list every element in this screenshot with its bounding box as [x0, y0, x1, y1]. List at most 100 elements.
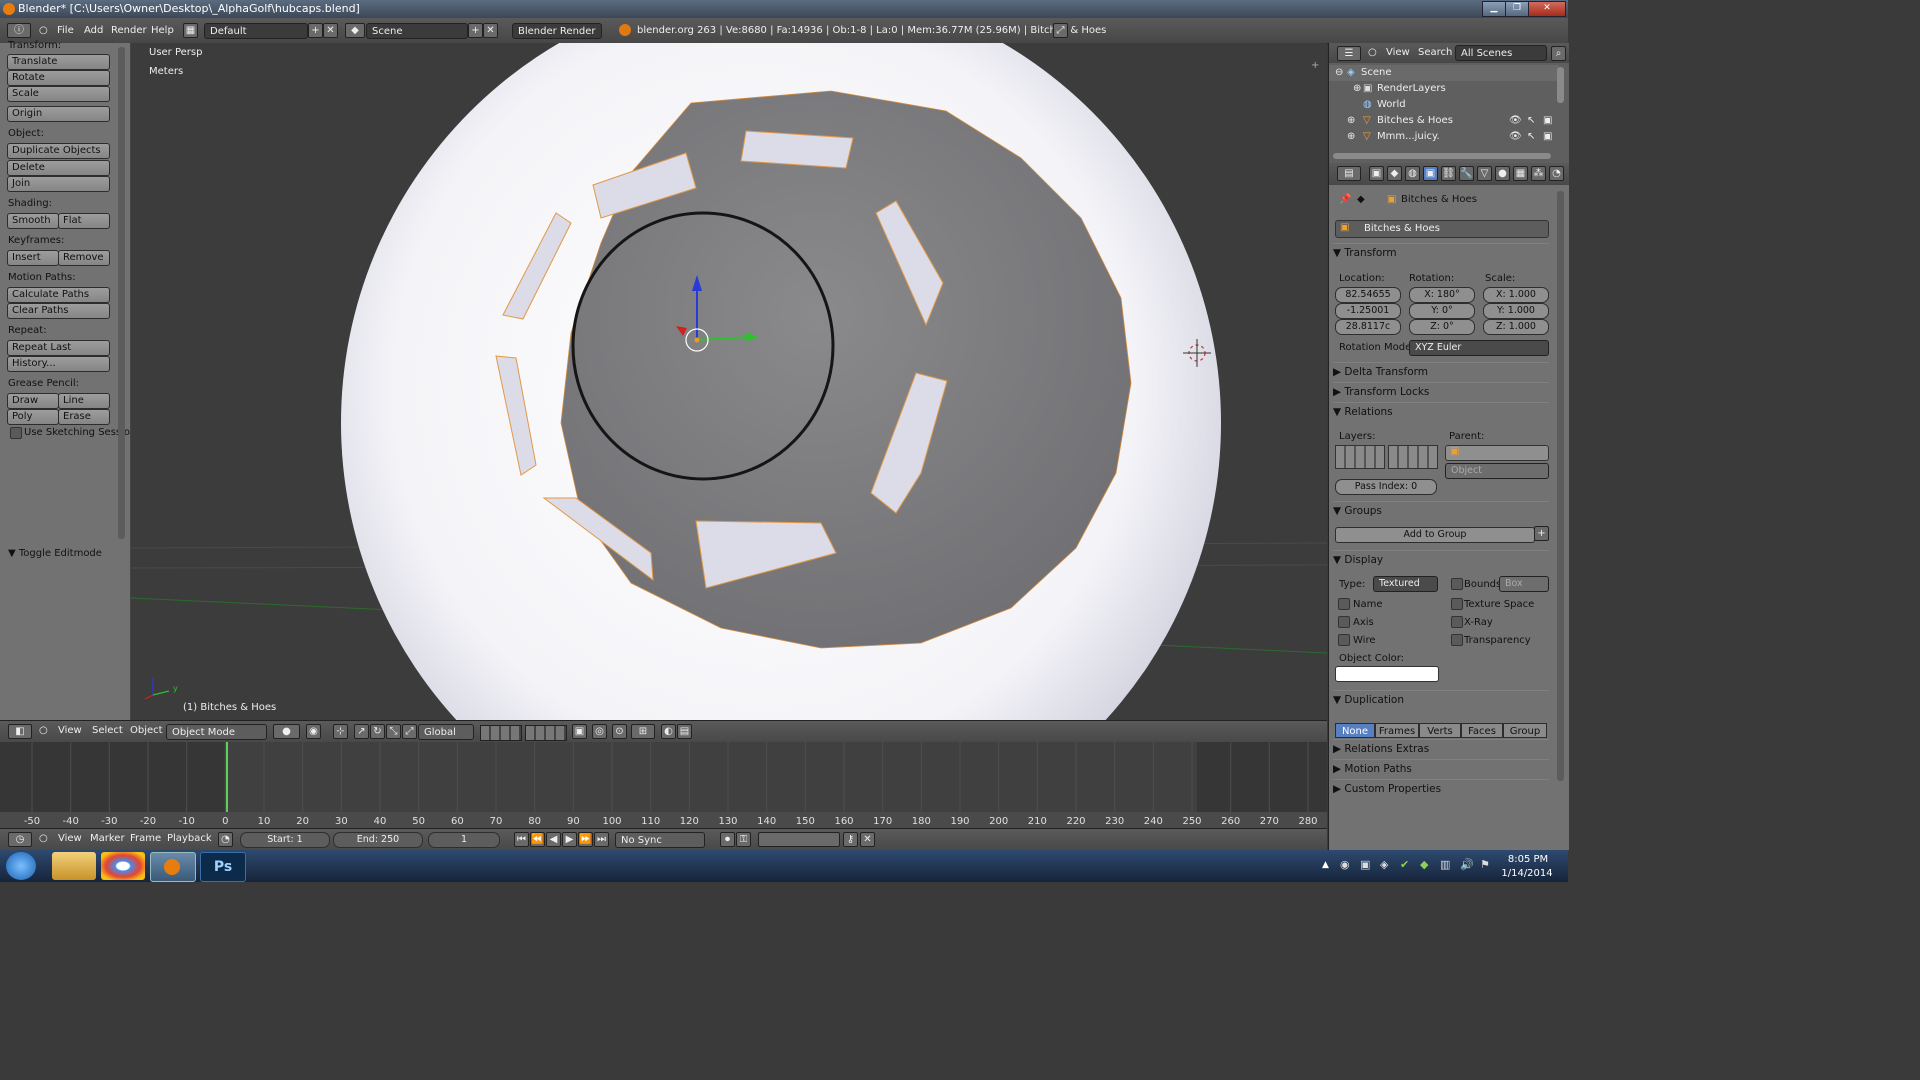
object-tab-icon[interactable]: ▣	[1423, 166, 1438, 181]
snap-toggle-icon[interactable]: ⊙	[612, 724, 627, 739]
smooth-button[interactable]: Smooth	[7, 213, 59, 229]
modifiers-tab-icon[interactable]: 🔧	[1459, 166, 1474, 181]
scale-x-field[interactable]: X: 1.000	[1483, 287, 1549, 303]
collapse-menu-icon[interactable]: ○	[39, 25, 48, 36]
duplicate-objects-button[interactable]: Duplicate Objects	[7, 143, 110, 159]
outliner-row-renderlayers[interactable]: ⊕ ▣ RenderLayers	[1329, 81, 1559, 97]
play-icon[interactable]: ▶	[562, 832, 577, 847]
object-name-field[interactable]: ▣ Bitches & Hoes	[1335, 220, 1549, 238]
layer-buttons-a[interactable]	[480, 725, 522, 741]
rotation-z-field[interactable]: Z: 0°	[1409, 319, 1475, 335]
tray-app-icon[interactable]: ◉	[1340, 858, 1350, 871]
translate-button[interactable]: Translate	[7, 54, 110, 70]
record-icon[interactable]: ⏺	[720, 832, 735, 847]
delete-keyframe-icon[interactable]: ✕	[860, 832, 875, 847]
scale-manipulator-icon[interactable]: ⤡	[386, 724, 401, 739]
end-frame-field[interactable]: End: 250	[333, 832, 423, 848]
menu-frame[interactable]: Frame	[130, 833, 161, 844]
blender-taskbar-icon[interactable]	[150, 852, 196, 882]
editor-type-icon[interactable]: ▤	[1337, 166, 1361, 181]
render-tab-icon[interactable]: ▣	[1369, 166, 1384, 181]
name-checkbox[interactable]	[1338, 598, 1350, 610]
viewport-shading-icon[interactable]: ●	[273, 724, 300, 739]
expand-icon[interactable]: ⊕	[1353, 81, 1361, 97]
opengl-animation-icon[interactable]: ▤	[677, 724, 692, 739]
dup-tab-frames[interactable]: Frames	[1375, 723, 1419, 738]
start-button-icon[interactable]	[6, 852, 36, 880]
expand-icon[interactable]: ⊕	[1347, 113, 1355, 129]
outliner-row-object[interactable]: ⊕ ▽ Mmm...juicy. 👁 ↖ ▣	[1329, 129, 1559, 145]
menu-playback[interactable]: Playback	[167, 833, 212, 844]
clock-date[interactable]: 1/14/2014	[1497, 868, 1557, 879]
transform-locks-panel-header[interactable]: ▶ Transform Locks	[1333, 382, 1549, 401]
start-frame-field[interactable]: Start: 1	[240, 832, 330, 848]
scale-button[interactable]: Scale	[7, 86, 110, 102]
bounds-checkbox[interactable]	[1451, 578, 1463, 590]
collapse-menu-icon[interactable]: ○	[39, 725, 48, 736]
scale-z-field[interactable]: Z: 1.000	[1483, 319, 1549, 335]
editor-type-icon[interactable]: ◷	[8, 832, 32, 847]
calculate-paths-button[interactable]: Calculate Paths	[7, 287, 110, 303]
jump-keyframe-back-icon[interactable]: ⏪	[530, 832, 545, 847]
render-camera-icon[interactable]: ▣	[1543, 113, 1552, 129]
properties-scrollbar[interactable]	[1557, 191, 1564, 781]
layer-grid-a[interactable]	[1335, 445, 1385, 469]
tray-app-icon[interactable]: ▣	[1360, 858, 1370, 871]
screen-layout-field[interactable]: Default	[204, 23, 308, 39]
collapse-menu-icon[interactable]: ○	[1368, 47, 1377, 58]
sync-mode-dropdown[interactable]: No Sync	[615, 832, 705, 848]
data-tab-icon[interactable]: ▽	[1477, 166, 1492, 181]
dup-tab-none[interactable]: None	[1335, 723, 1375, 738]
network-icon[interactable]: ▥	[1440, 858, 1450, 871]
clock-time[interactable]: 8:05 PM	[1503, 854, 1553, 865]
erase-button[interactable]: Erase	[58, 409, 110, 425]
screen-layout-icon[interactable]: ▦	[183, 23, 198, 38]
relations-panel-header[interactable]: ▼ Relations	[1333, 402, 1549, 421]
outliner-row-scene[interactable]: ⊖ ◈ Scene	[1329, 65, 1559, 81]
object-color-swatch[interactable]	[1335, 666, 1439, 682]
duplication-panel-header[interactable]: ▼ Duplication	[1333, 690, 1549, 709]
tray-app-icon[interactable]: ✔	[1400, 858, 1409, 871]
visibility-eye-icon[interactable]: 👁	[1509, 129, 1522, 145]
scene-tab-icon[interactable]: ◆	[1387, 166, 1402, 181]
opengl-render-icon[interactable]: ◐	[661, 724, 676, 739]
keying-set-icon[interactable]: ⚿	[736, 832, 751, 847]
insert-keyframe-button[interactable]: Insert	[7, 250, 59, 266]
lock-layers-icon[interactable]: ▣	[572, 724, 587, 739]
editor-type-icon[interactable]: ☰	[1337, 46, 1361, 61]
keying-set-field[interactable]	[758, 832, 840, 847]
chrome-taskbar-icon[interactable]	[101, 852, 145, 880]
expand-icon[interactable]: ⊖	[1335, 65, 1343, 81]
bounds-type-dropdown[interactable]: Box	[1499, 576, 1549, 592]
poly-button[interactable]: Poly	[7, 409, 59, 425]
parent-type-dropdown[interactable]: Object	[1445, 463, 1549, 479]
add-scene-icon[interactable]: +	[468, 23, 483, 38]
render-engine-dropdown[interactable]: Blender Render	[512, 23, 602, 39]
menu-file[interactable]: File	[57, 25, 74, 36]
menu-object[interactable]: Object	[130, 725, 163, 736]
delta-transform-panel-header[interactable]: ▶ Delta Transform	[1333, 362, 1549, 381]
remove-scene-icon[interactable]: ✕	[483, 23, 498, 38]
insert-keyframe-icon[interactable]: ⚷	[843, 832, 858, 847]
transform-orientation-dropdown[interactable]: Global	[418, 724, 474, 740]
join-button[interactable]: Join	[7, 176, 110, 192]
snap-element-icon[interactable]: ⊞	[631, 724, 655, 739]
physics-tab-icon[interactable]: ◔	[1549, 166, 1564, 181]
select-arrow-icon[interactable]: ↖	[1527, 113, 1535, 129]
flat-button[interactable]: Flat	[58, 213, 110, 229]
outliner-row-object[interactable]: ⊕ ▽ Bitches & Hoes 👁 ↖ ▣	[1329, 113, 1559, 129]
menu-render[interactable]: Render	[111, 25, 147, 36]
close-window-button[interactable]: ✕	[1528, 1, 1566, 17]
minimize-button[interactable]: ▁	[1482, 1, 1506, 17]
axis-checkbox[interactable]	[1338, 616, 1350, 628]
current-frame-field[interactable]: 1	[428, 832, 500, 848]
select-arrow-icon[interactable]: ↖	[1527, 129, 1535, 145]
display-type-dropdown[interactable]: Textured	[1373, 576, 1438, 592]
menu-view[interactable]: View	[1386, 47, 1410, 58]
rotate-button[interactable]: Rotate	[7, 70, 110, 86]
interaction-mode-dropdown[interactable]: Object Mode	[166, 724, 267, 740]
tray-app-icon[interactable]: ◈	[1380, 858, 1388, 871]
pass-index-field[interactable]: Pass Index: 0	[1335, 479, 1437, 495]
maximize-button[interactable]: ❐	[1505, 1, 1529, 17]
texture-space-checkbox[interactable]	[1451, 598, 1463, 610]
